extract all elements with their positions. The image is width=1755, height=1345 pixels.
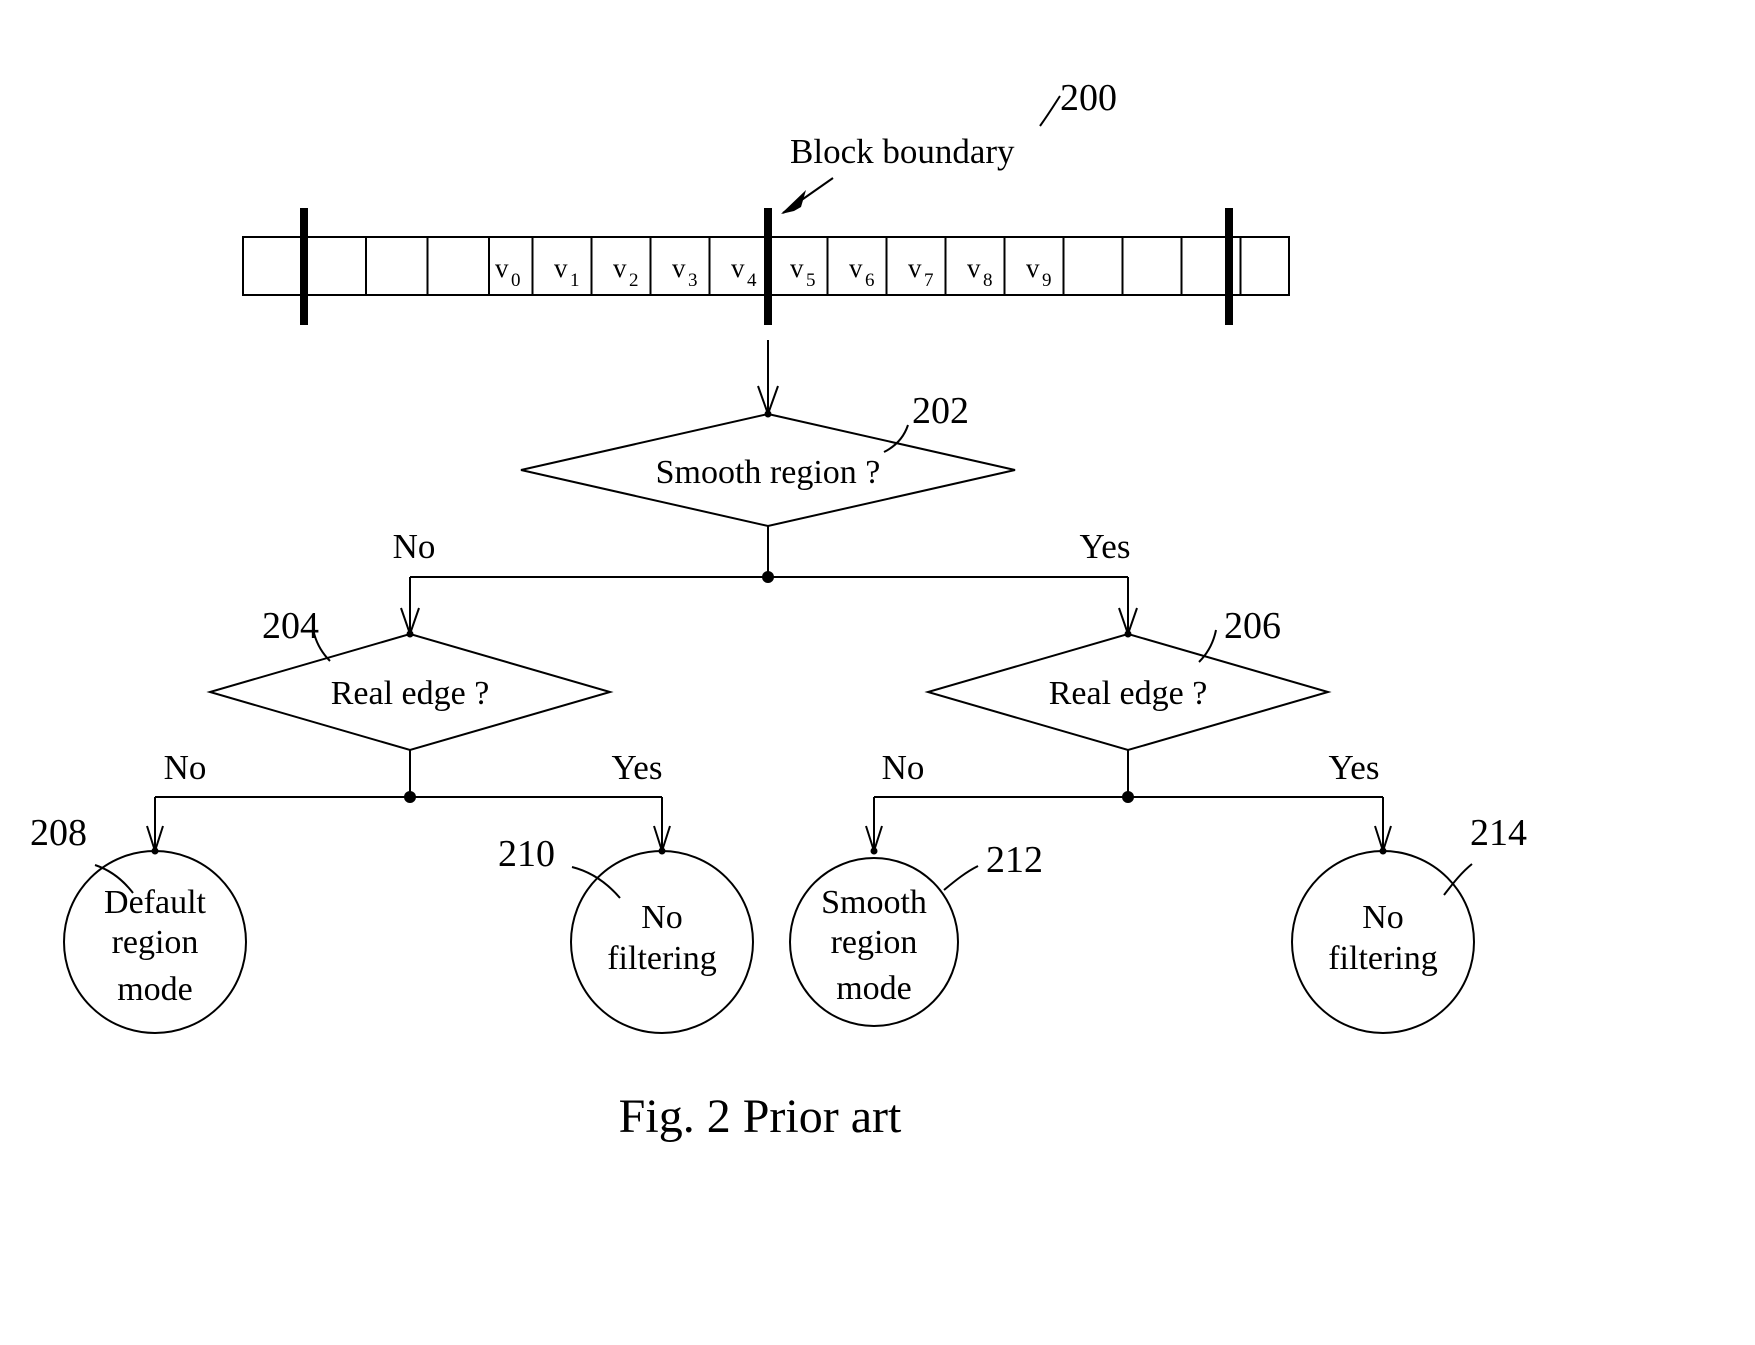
right-branch-no-label: No <box>882 748 925 787</box>
pixel-cell-v8: v 8 <box>967 253 993 291</box>
outcome-208-line2: region <box>112 924 199 961</box>
pixel-cell-v2-sub: 2 <box>629 270 639 291</box>
pixel-cell-v1-base: v <box>554 253 568 283</box>
pixel-cell-v1-sub: 1 <box>570 270 580 291</box>
outcome-smooth-region-mode[interactable]: Smooth region mode 212 <box>789 839 1043 1027</box>
pixel-cell-v4-base: v <box>731 253 745 283</box>
reference-212-leader <box>943 865 979 891</box>
block-boundary-annotation: Block boundary <box>781 132 1015 214</box>
reference-202-leader <box>883 424 909 453</box>
outcome-210-line2: filtering <box>607 940 717 977</box>
pixel-cell-v9-base: v <box>1026 253 1040 283</box>
pixel-cell-v9-sub: 9 <box>1042 270 1052 291</box>
pixel-cell-v0: v 0 <box>495 253 521 291</box>
figure-canvas: 200 Block boundary v 0 v 1 v 2 v 3 v 4 v… <box>30 77 1527 1143</box>
pixel-row-grid: v 0 v 1 v 2 v 3 v 4 v 5 v 6 v 7 v 8 v 9 <box>242 208 1290 325</box>
pixel-cell-v8-sub: 8 <box>983 270 993 291</box>
pixel-cell-v6-sub: 6 <box>865 270 875 291</box>
outcome-210-line1: No <box>641 899 683 936</box>
block-boundary-arrowhead <box>781 190 806 214</box>
pixel-cell-v2: v 2 <box>613 253 639 291</box>
pixel-cell-v7-base: v <box>908 253 922 283</box>
pixel-cell-v1: v 1 <box>554 253 580 291</box>
reference-214-label: 214 <box>1470 812 1527 854</box>
reference-204-label: 204 <box>262 605 319 647</box>
outcome-no-filtering-right[interactable]: No filtering 214 <box>1291 812 1527 1034</box>
left-branch-connectors: No Yes <box>146 748 671 855</box>
pixel-cell-labels: v 0 v 1 v 2 v 3 v 4 v 5 v 6 v 7 v 8 v 9 <box>495 253 1052 291</box>
outcome-208-line3: mode <box>117 971 193 1008</box>
pixel-cell-v3-base: v <box>672 253 686 283</box>
reference-210-label: 210 <box>498 833 555 875</box>
pixel-cell-v0-sub: 0 <box>511 270 521 291</box>
reference-212-label: 212 <box>986 839 1043 881</box>
pixel-cell-v4-sub: 4 <box>747 270 757 291</box>
left-branch-yes-label: Yes <box>612 748 663 787</box>
pixel-cell-v3: v 3 <box>672 253 698 291</box>
pixel-cell-v7-sub: 7 <box>924 270 934 291</box>
decision-smooth-region-text: Smooth region ? <box>656 454 881 491</box>
outcome-214-line2: filtering <box>1328 940 1438 977</box>
outcome-214-line1: No <box>1362 899 1404 936</box>
pixel-cell-v6: v 6 <box>849 253 875 291</box>
reference-208-label: 208 <box>30 812 87 854</box>
decision-real-edge-right-text: Real edge ? <box>1049 675 1208 712</box>
outcome-212-line1: Smooth <box>821 884 927 921</box>
outcome-default-region-mode[interactable]: Default region mode 208 <box>30 812 247 1034</box>
reference-202-label: 202 <box>912 390 969 432</box>
outcome-212-line2: region <box>831 924 918 961</box>
left-branch-no-label: No <box>164 748 207 787</box>
reference-206-label: 206 <box>1224 605 1281 647</box>
pixel-cell-dividers <box>303 237 1242 295</box>
root-branch-connectors: No Yes <box>393 526 1138 638</box>
pixel-cell-v5: v 5 <box>790 253 816 291</box>
pixel-cell-v2-base: v <box>613 253 627 283</box>
outcome-208-line1: Default <box>104 884 207 921</box>
decision-real-edge-left-text: Real edge ? <box>331 675 490 712</box>
reference-200-leader <box>1039 95 1061 127</box>
patent-figure-root: 200 Block boundary v 0 v 1 v 2 v 3 v 4 v… <box>0 0 1755 1345</box>
pixel-cell-v4: v 4 <box>731 253 757 291</box>
right-branch-yes-label: Yes <box>1329 748 1380 787</box>
pixel-cell-v5-sub: 5 <box>806 270 816 291</box>
reference-210-leader <box>571 866 621 899</box>
root-branch-yes-label: Yes <box>1080 527 1131 566</box>
reference-200-group: 200 <box>1039 77 1117 127</box>
pixel-cell-v7: v 7 <box>908 253 934 291</box>
pixel-cell-v0-base: v <box>495 253 509 283</box>
pixel-cell-v3-sub: 3 <box>688 270 698 291</box>
pixel-cell-v5-base: v <box>790 253 804 283</box>
outcome-212-line3: mode <box>836 970 912 1007</box>
root-branch-no-label: No <box>393 527 436 566</box>
outcome-no-filtering-left[interactable]: No filtering 210 <box>498 833 754 1034</box>
pixel-cell-v9: v 9 <box>1026 253 1052 291</box>
pixel-cell-v8-base: v <box>967 253 981 283</box>
figure-caption: Fig. 2 Prior art <box>619 1090 902 1143</box>
grid-to-root-connector <box>757 340 779 418</box>
reference-200-label: 200 <box>1060 77 1117 119</box>
block-boundary-label: Block boundary <box>790 132 1015 171</box>
right-branch-connectors: No Yes <box>865 748 1392 855</box>
pixel-cell-v6-base: v <box>849 253 863 283</box>
